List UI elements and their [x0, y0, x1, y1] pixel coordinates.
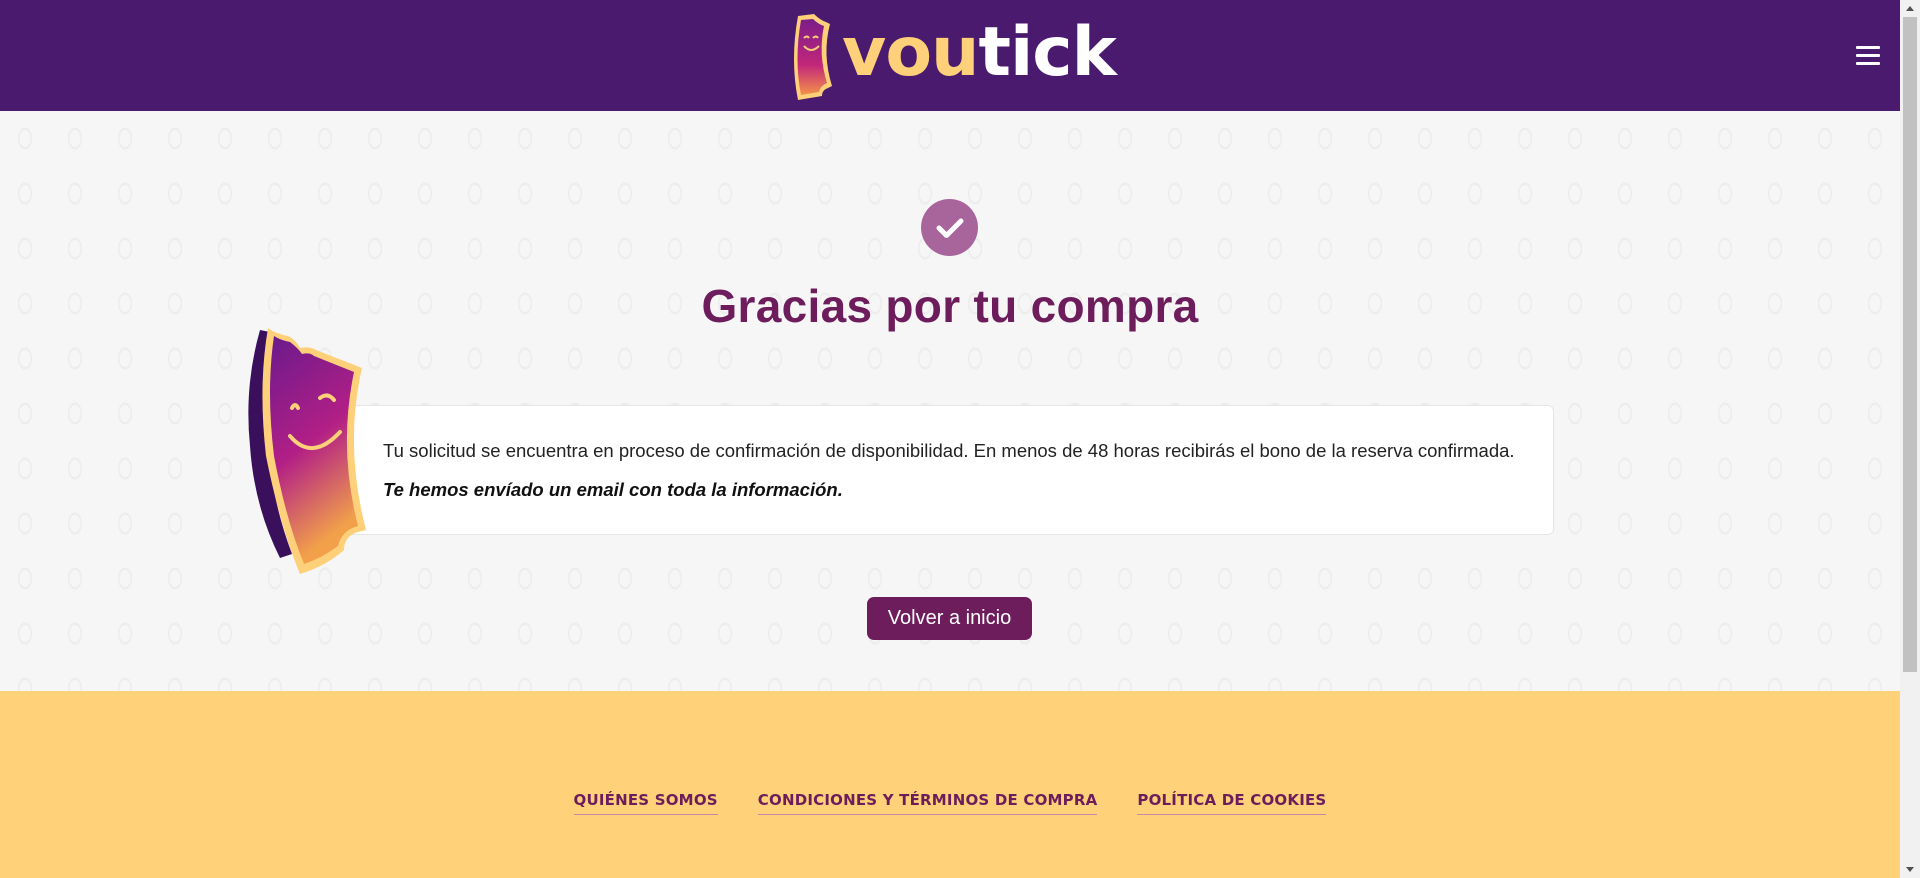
footer-link-cookies[interactable]: POLÍTICA DE COOKIES — [1137, 791, 1327, 815]
footer-links: QUIÉNES SOMOS CONDICIONES Y TÉRMINOS DE … — [0, 791, 1900, 815]
page-title: Gracias por tu compra — [701, 280, 1199, 332]
page: voutick Gracias por tu compra Tu solicit… — [0, 0, 1900, 878]
site-header: voutick — [0, 0, 1900, 111]
check-circle-icon — [921, 199, 978, 256]
site-footer: QUIÉNES SOMOS CONDICIONES Y TÉRMINOS DE … — [0, 691, 1900, 878]
confirmation-section: Gracias por tu compra Tu solicitud se en… — [0, 111, 1900, 691]
hamburger-menu-icon[interactable] — [1856, 46, 1880, 68]
logo-wordmark: voutick — [842, 19, 1117, 87]
scroll-up-arrow-icon[interactable] — [1900, 0, 1920, 17]
footer-link-condiciones[interactable]: CONDICIONES Y TÉRMINOS DE COMPRA — [757, 791, 1098, 815]
email-notice: Te hemos envíado un email con toda la in… — [383, 479, 843, 500]
logo-text-tick: tick — [978, 13, 1116, 92]
logo-text-vou: vou — [842, 13, 979, 92]
back-to-home-button[interactable]: Volver a inicio — [867, 597, 1032, 640]
confirmation-message: Tu solicitud se encuentra en proceso de … — [383, 440, 1515, 461]
message-card: Tu solicitud se encuentra en proceso de … — [345, 405, 1554, 535]
vertical-scrollbar[interactable] — [1900, 0, 1920, 878]
footer-link-quienes-somos[interactable]: QUIÉNES SOMOS — [573, 791, 718, 815]
voutick-logo[interactable]: voutick — [784, 10, 1117, 102]
winking-ticket-mascot-icon — [248, 328, 366, 574]
scroll-down-arrow-icon[interactable] — [1900, 861, 1920, 878]
scrollbar-thumb[interactable] — [1903, 17, 1917, 672]
ticket-mascot-logo-icon — [794, 14, 832, 100]
